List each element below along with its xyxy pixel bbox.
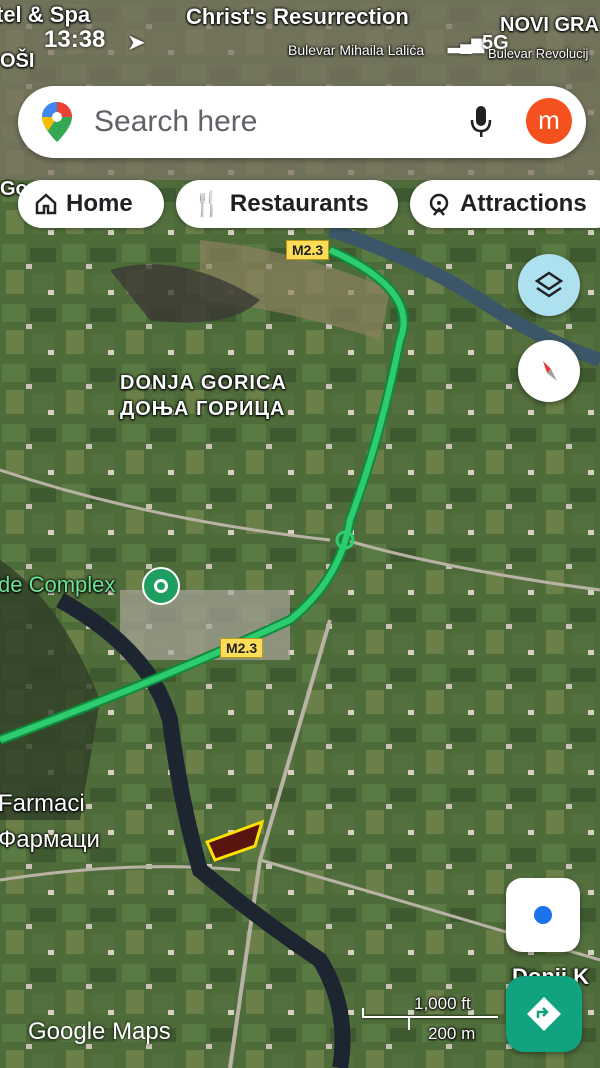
fork-knife-icon: 🍴 [192,190,222,218]
home-icon [35,193,57,215]
avatar[interactable]: m [526,98,572,144]
maps-wordmark: Maps [112,1018,171,1045]
google-maps-logo: Google Maps [28,1018,171,1046]
google-wordmark: Google [28,1018,106,1045]
map-label-novi-grad: NOVI GRA [500,14,599,36]
map-label-complex[interactable]: de Complex [0,572,115,598]
road-shield-m23-bottom: M2.3 [220,638,264,658]
map-label-christs-resurrection[interactable]: Christ's Resurrection [186,4,409,30]
map-label-bulevar-mihaila: Bulevar Mihaila Lalića [288,42,425,58]
chip-home-label: Home [66,190,133,217]
layers-button[interactable] [518,254,580,316]
microphone-icon[interactable] [470,106,492,138]
complex-pin-icon[interactable] [142,567,180,605]
chip-restaurants[interactable]: 🍴 Restaurants [176,180,398,228]
compass-button[interactable] [518,340,580,402]
road-shield-m23-top: M2.3 [286,240,330,260]
map-label-farmaci-cyrillic: Фармаци [0,826,100,853]
chip-attractions-label: Attractions [460,190,587,217]
directions-button[interactable] [506,976,582,1052]
layers-icon [534,271,564,298]
map-label-donja-gorica-cyrillic: ДОЊА ГОРИЦА [120,398,286,420]
location-arrow-icon: ➤ [128,32,145,54]
status-time: 13:38 [44,26,106,53]
chip-attractions[interactable]: Attractions [410,180,600,228]
directions-icon [527,997,561,1031]
chip-restaurants-label: Restaurants [229,190,369,217]
map-label-bulevar-revolucije: Bulevar Revolucij [488,46,589,61]
map-label-donja-gorica: DONJA GORICA [120,372,287,394]
search-bar[interactable]: Search here m [18,86,586,158]
attractions-icon [429,193,449,216]
location-dot-icon [534,906,552,924]
signal-icon: ▂▄▆ [448,36,484,53]
chip-home[interactable]: Home [18,180,164,228]
my-location-button[interactable] [506,878,580,952]
map-label-farmaci: Farmaci [0,790,85,817]
compass-icon [543,361,557,381]
map-label-dosi: OŠI [0,50,35,72]
search-placeholder: Search here [94,105,258,138]
google-maps-pin-icon [42,102,72,142]
scale-imperial: 1,000 ft [414,994,471,1013]
scale-metric: 200 m [428,1024,476,1043]
map-label-hotel: tel & Spa [0,2,91,27]
scale-bar: 1,000 ft 200 m [362,994,498,1043]
